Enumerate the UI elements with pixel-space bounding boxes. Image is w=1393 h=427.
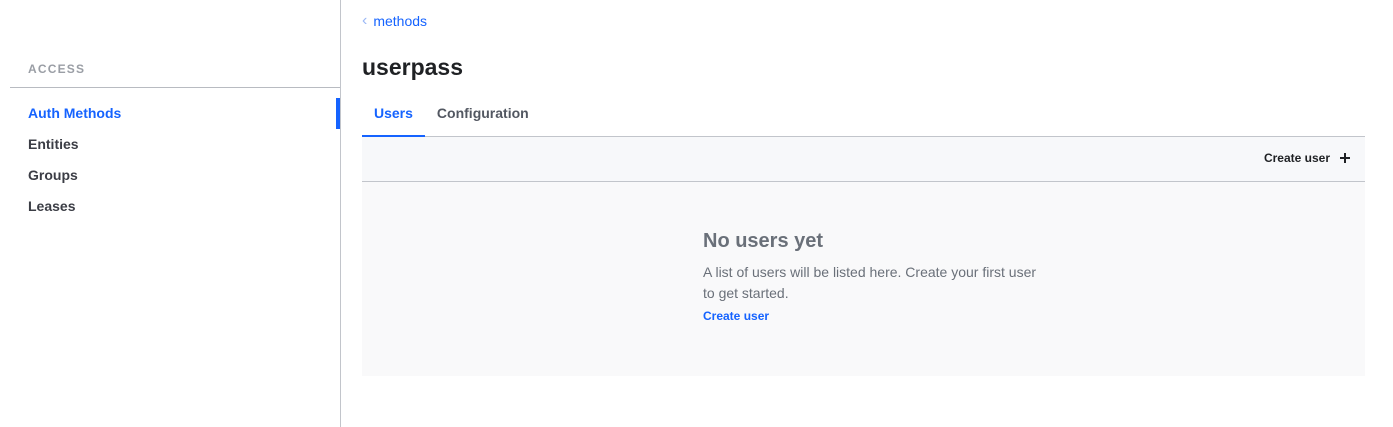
sidebar-item-groups[interactable]: Groups bbox=[0, 160, 340, 191]
empty-state-title: No users yet bbox=[703, 230, 824, 252]
toolbar: Create user bbox=[362, 137, 1365, 182]
breadcrumb-methods-link[interactable]: ‹ methods bbox=[362, 11, 428, 29]
sidebar-divider bbox=[10, 87, 340, 88]
tab-bar: Users Configuration bbox=[362, 97, 1365, 137]
sidebar-item-auth-methods[interactable]: Auth Methods bbox=[0, 98, 340, 129]
empty-state: No users yet A list of users will be lis… bbox=[362, 182, 1365, 376]
sidebar-item-leases[interactable]: Leases bbox=[0, 191, 340, 222]
sidebar-item-entities[interactable]: Entities bbox=[0, 129, 340, 160]
plus-icon bbox=[1340, 153, 1350, 163]
sidebar-nav: Auth Methods Entities Groups Leases bbox=[0, 98, 340, 222]
create-user-link[interactable]: Create user bbox=[703, 309, 769, 323]
chevron-left-icon: ‹ bbox=[362, 11, 368, 29]
page-title: userpass bbox=[362, 54, 464, 80]
sidebar-heading: ACCESS bbox=[28, 62, 86, 76]
breadcrumb-label: methods bbox=[373, 13, 428, 29]
app-layout: ACCESS Auth Methods Entities Groups Leas… bbox=[0, 0, 1393, 427]
create-user-button-label: Create user bbox=[1263, 151, 1330, 165]
tab-configuration[interactable]: Configuration bbox=[425, 97, 541, 137]
empty-state-content: No users yet A list of users will be lis… bbox=[703, 230, 1043, 325]
empty-state-message: A list of users will be listed here. Cre… bbox=[703, 264, 1037, 301]
sidebar: ACCESS Auth Methods Entities Groups Leas… bbox=[0, 0, 341, 427]
tab-users[interactable]: Users bbox=[362, 97, 425, 137]
create-user-button[interactable]: Create user bbox=[1264, 151, 1350, 165]
